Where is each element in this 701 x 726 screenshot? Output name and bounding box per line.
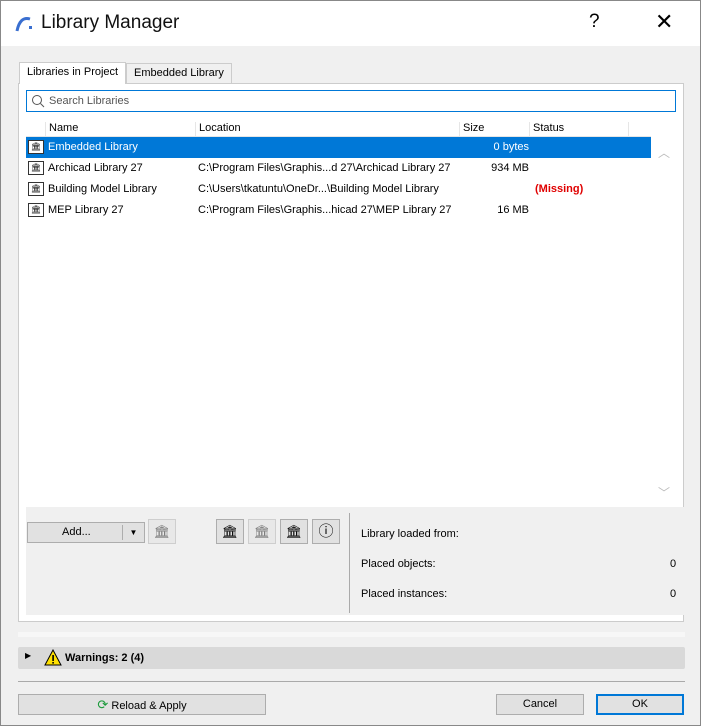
table-row[interactable]: 🏛 Building Model Library C:\Users\tkatuntu… bbox=[26, 179, 651, 200]
close-button[interactable]: ✕ bbox=[655, 9, 673, 35]
library-reload-icon: 🏛 bbox=[221, 524, 239, 539]
search-icon bbox=[32, 95, 45, 108]
row-location: C:\Program Files\Graphis...d 27\Archicad… bbox=[198, 162, 451, 174]
row-name: MEP Library 27 bbox=[48, 204, 124, 216]
remove-library-button[interactable]: 🏛 bbox=[148, 519, 176, 544]
reload-apply-button[interactable]: ⟳ Reload & Apply bbox=[18, 694, 266, 715]
scroll-up-icon[interactable]: ︿ bbox=[658, 144, 670, 161]
embed-library-button[interactable]: 🏛 bbox=[248, 519, 276, 544]
row-location: C:\Program Files\Graphis...hicad 27\MEP … bbox=[198, 204, 452, 216]
reload-apply-label: Reload & Apply bbox=[111, 700, 187, 712]
library-remove-icon: 🏛 bbox=[153, 524, 171, 539]
warnings-bar[interactable]: ▶ Warnings: 2 (4) bbox=[18, 647, 685, 669]
row-name: Embedded Library bbox=[48, 141, 138, 153]
expand-triangle-icon[interactable]: ▶ bbox=[25, 651, 31, 660]
search-input[interactable]: Search Libraries bbox=[26, 90, 676, 112]
column-status[interactable]: Status bbox=[529, 122, 629, 138]
chevron-down-icon[interactable]: ▼ bbox=[122, 525, 144, 540]
column-name[interactable]: Name bbox=[45, 122, 78, 138]
table-row[interactable]: 🏛 Archicad Library 27 C:\Program Files\Gra… bbox=[26, 158, 651, 179]
row-status: (Missing) bbox=[535, 183, 584, 195]
library-settings-button[interactable]: 🏛 bbox=[280, 519, 308, 544]
help-button[interactable]: ? bbox=[589, 11, 600, 33]
library-folder-icon: 🏛 bbox=[28, 203, 44, 217]
splitter[interactable] bbox=[18, 632, 685, 637]
window-title: Library Manager bbox=[41, 12, 180, 33]
row-location: C:\Users\tkatuntu\OneDr...\Building Mode… bbox=[198, 183, 439, 195]
library-icon: 🏛 bbox=[28, 140, 44, 154]
row-size: 16 MB bbox=[497, 204, 529, 216]
row-size: 934 MB bbox=[491, 162, 529, 174]
tab-embedded-library[interactable]: Embedded Library bbox=[126, 63, 232, 83]
library-folder-icon: 🏛 bbox=[28, 161, 44, 175]
reload-library-button[interactable]: 🏛 bbox=[216, 519, 244, 544]
table-row[interactable]: 🏛 Embedded Library 0 bytes bbox=[26, 137, 651, 158]
ok-button[interactable]: OK bbox=[596, 694, 684, 715]
divider bbox=[18, 681, 685, 682]
placed-objects-label: Placed objects: bbox=[361, 558, 436, 570]
library-embed-icon: 🏛 bbox=[253, 524, 271, 539]
info-icon: ⓘ bbox=[318, 523, 334, 540]
archicad-logo-icon bbox=[15, 17, 32, 32]
library-table: Name Location Size Status 🏛 Embedded Libr… bbox=[26, 120, 651, 507]
library-link-icon: 🏛 bbox=[285, 524, 303, 539]
scroll-down-icon[interactable]: ﹀ bbox=[658, 484, 670, 501]
info-button[interactable]: ⓘ bbox=[312, 519, 340, 544]
warnings-label: Warnings: 2 (4) bbox=[65, 652, 145, 664]
library-loaded-from-label: Library loaded from: bbox=[361, 528, 459, 540]
add-label: Add... bbox=[62, 526, 91, 538]
search-placeholder: Search Libraries bbox=[49, 95, 130, 107]
add-button[interactable]: Add... ▼ bbox=[27, 522, 145, 543]
tab-libraries-in-project[interactable]: Libraries in Project bbox=[19, 62, 127, 84]
row-size: 0 bytes bbox=[493, 141, 529, 153]
library-folder-icon: 🏛 bbox=[28, 182, 44, 196]
row-name: Archicad Library 27 bbox=[48, 162, 143, 174]
placed-objects-value: 0 bbox=[670, 558, 677, 570]
column-size[interactable]: Size bbox=[459, 122, 484, 138]
scrollbar[interactable]: ︿ ﹀ bbox=[651, 120, 676, 507]
divider bbox=[349, 513, 350, 613]
reload-icon: ⟳ bbox=[97, 697, 109, 712]
column-location[interactable]: Location bbox=[195, 122, 241, 138]
placed-instances-value: 0 bbox=[670, 588, 677, 600]
row-name: Building Model Library bbox=[48, 183, 157, 195]
placed-instances-label: Placed instances: bbox=[361, 588, 448, 600]
warning-icon bbox=[44, 649, 62, 666]
cancel-button[interactable]: Cancel bbox=[496, 694, 584, 715]
table-row[interactable]: 🏛 MEP Library 27 C:\Program Files\Graphis.… bbox=[26, 200, 651, 221]
